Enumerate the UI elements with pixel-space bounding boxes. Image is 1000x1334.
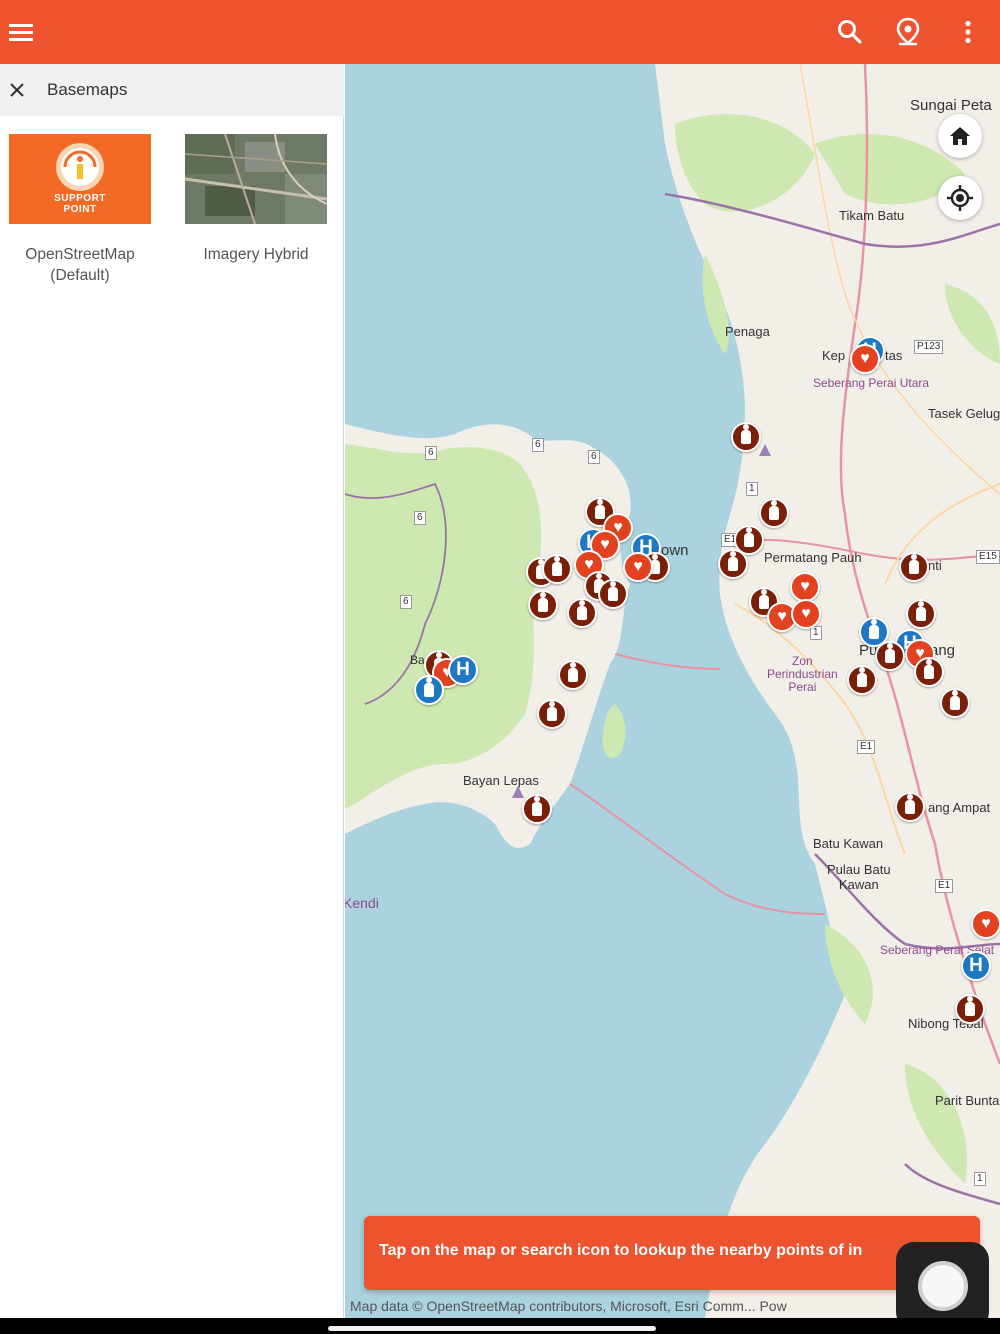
- heart-marker[interactable]: ♥: [971, 909, 1000, 939]
- person-marker[interactable]: [542, 554, 572, 584]
- hamburger-menu-icon[interactable]: [2, 12, 42, 52]
- place-label: Kep: [822, 348, 846, 363]
- person-marker[interactable]: [847, 665, 877, 695]
- place-label: Parit Bunta: [935, 1093, 1000, 1108]
- person-marker[interactable]: [558, 660, 588, 690]
- person-marker[interactable]: [955, 994, 985, 1024]
- person-marker[interactable]: [940, 688, 970, 718]
- heart-marker[interactable]: ♥: [790, 572, 820, 602]
- location-pin-icon[interactable]: [888, 12, 928, 52]
- support-point-logo: SUPPORT POINT: [9, 134, 151, 224]
- person-marker[interactable]: [522, 794, 552, 824]
- heart-marker[interactable]: ♥: [623, 552, 653, 582]
- person-marker[interactable]: [537, 699, 567, 729]
- basemap-openstreetmap[interactable]: SUPPORT POINT OpenStreetMap (Default): [0, 134, 160, 286]
- road-shield: 6: [425, 446, 437, 460]
- assistive-touch-ring: [917, 1261, 968, 1311]
- basemaps-panel: Basemaps SUPPORT POINT OpenStreetMap (Defa…: [0, 64, 344, 1318]
- hospital-marker[interactable]: H: [961, 951, 991, 981]
- place-label: Tasek Gelug: [928, 406, 1000, 421]
- road-shield: E1: [935, 879, 954, 893]
- place-label: ang Ampat: [928, 800, 991, 815]
- place-label: Batu Kawan: [813, 836, 884, 851]
- place-label: Kendi: [345, 895, 379, 911]
- road-shield: 1: [974, 1172, 986, 1186]
- person-marker[interactable]: [731, 422, 761, 452]
- basemap-label: Imagery Hybrid: [203, 246, 309, 263]
- map-attribution: Map data © OpenStreetMap contributors, M…: [350, 1298, 787, 1314]
- assistive-touch-icon[interactable]: [896, 1242, 989, 1330]
- place-label: Ba: [410, 653, 425, 667]
- place-label: Pulau Batu Kawan: [827, 862, 891, 892]
- basemap-imagery-hybrid[interactable]: Imagery Hybrid: [176, 134, 336, 265]
- person-marker[interactable]: [875, 641, 905, 671]
- map-view[interactable]: Sungai Peta Tikam Batu Penaga Kep tas Se…: [345, 64, 1000, 1318]
- hint-toast: Tap on the map or search icon to lookup …: [364, 1216, 980, 1290]
- person-marker[interactable]: [528, 590, 558, 620]
- panel-title: Basemaps: [47, 80, 128, 99]
- place-label: nti: [928, 558, 942, 573]
- person-marker[interactable]: [914, 657, 944, 687]
- search-icon[interactable]: [830, 12, 870, 52]
- person-marker[interactable]: [598, 579, 628, 609]
- road-shield: 6: [588, 450, 600, 464]
- road-shield: 6: [414, 511, 426, 525]
- person-marker[interactable]: [899, 552, 929, 582]
- person-marker[interactable]: [906, 599, 936, 629]
- basemap-label: OpenStreetMap (Default): [25, 246, 135, 284]
- place-label: Bayan Lepas: [463, 773, 539, 788]
- app-bar: [0, 0, 1000, 64]
- place-label: Penaga: [725, 324, 770, 339]
- road-shield: 6: [532, 438, 544, 452]
- road-shield: 1: [810, 626, 822, 640]
- home-button[interactable]: [938, 114, 982, 158]
- place-label: tas: [885, 348, 903, 363]
- place-label: Tikam Batu: [839, 208, 905, 223]
- person-marker[interactable]: [759, 498, 789, 528]
- more-vert-icon[interactable]: [948, 12, 988, 52]
- place-label: Seberang Perai Utara: [813, 376, 930, 390]
- place-label: Sungai Peta: [910, 97, 992, 114]
- heart-marker[interactable]: ♥: [850, 344, 880, 374]
- imagery-thumbnail: [185, 134, 327, 224]
- home-icon: [950, 127, 970, 145]
- hospital-marker[interactable]: H: [448, 655, 478, 685]
- road-shield: 6: [400, 595, 412, 609]
- road-shield: P123: [914, 340, 944, 354]
- place-label: Permatang Pauh: [764, 550, 862, 565]
- road-shield: E1: [857, 740, 876, 754]
- heart-marker[interactable]: ♥: [791, 599, 821, 629]
- person-marker[interactable]: [895, 792, 925, 822]
- my-location-icon: [947, 185, 973, 211]
- person-marker[interactable]: [567, 598, 597, 628]
- home-indicator[interactable]: [328, 1326, 656, 1331]
- toast-text: Tap on the map or search icon to lookup …: [379, 1242, 863, 1259]
- basemaps-panel-header: Basemaps: [0, 64, 344, 116]
- close-icon[interactable]: [4, 76, 30, 104]
- my-location-button[interactable]: [938, 176, 982, 220]
- road-shield: 1: [746, 482, 758, 496]
- road-shield: E15: [976, 550, 1000, 564]
- place-label: Zon Perindustrian Perai: [767, 654, 838, 694]
- person-marker[interactable]: [718, 549, 748, 579]
- logo-text: SUPPORT POINT: [54, 193, 106, 215]
- police-marker[interactable]: [414, 675, 444, 705]
